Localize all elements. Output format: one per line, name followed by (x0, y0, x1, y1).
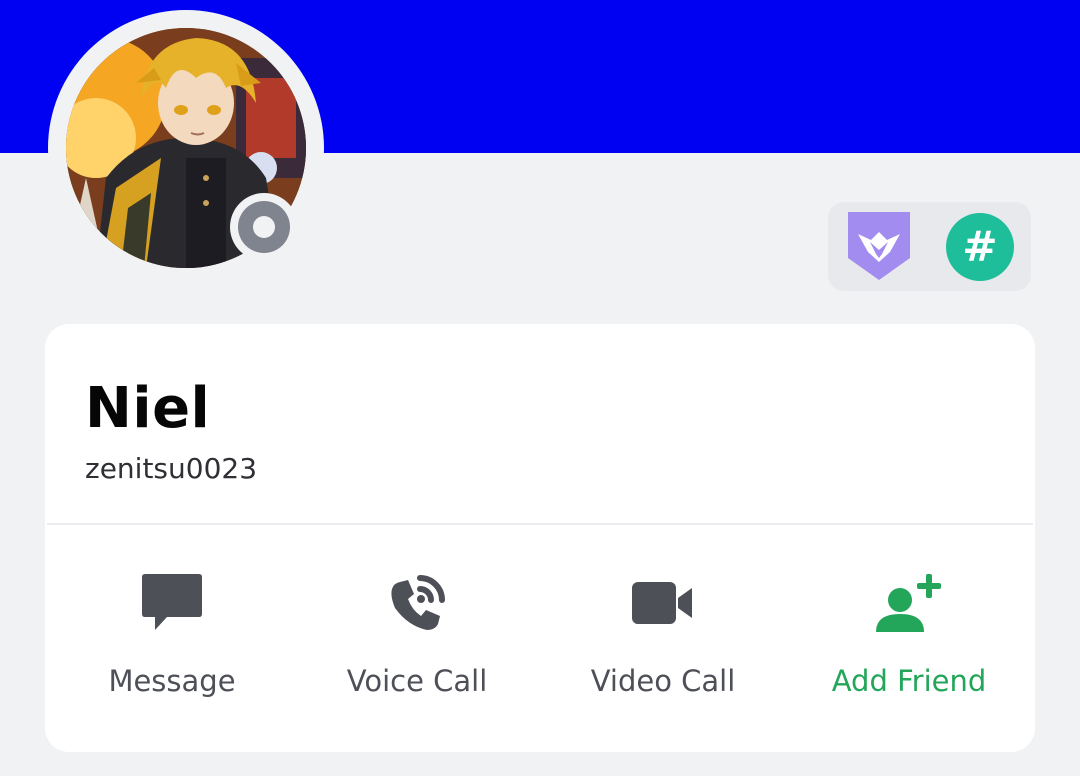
message-icon (141, 572, 203, 638)
add-friend-button[interactable]: Add Friend (784, 562, 1034, 712)
voice-call-button[interactable]: Voice Call (292, 562, 542, 712)
video-call-icon (632, 572, 694, 638)
username: zenitsu0023 (85, 452, 258, 485)
add-friend-icon (874, 572, 944, 638)
message-button[interactable]: Message (47, 562, 297, 712)
voice-call-icon (386, 572, 448, 638)
profile-page: # Niel zenitsu0023 Message Voice Call Vi… (0, 0, 1080, 776)
message-label: Message (108, 664, 236, 698)
divider (47, 523, 1033, 525)
add-friend-label: Add Friend (831, 664, 987, 698)
status-dot-center (253, 216, 275, 238)
video-call-label: Video Call (590, 664, 736, 698)
voice-call-label: Voice Call (346, 664, 488, 698)
profile-card: Niel zenitsu0023 Message Voice Call Vide… (45, 324, 1035, 752)
video-call-button[interactable]: Video Call (538, 562, 788, 712)
display-name: Niel (85, 376, 211, 441)
hypesquad-badge-icon[interactable] (848, 212, 910, 280)
hash-badge-icon[interactable]: # (946, 213, 1014, 281)
